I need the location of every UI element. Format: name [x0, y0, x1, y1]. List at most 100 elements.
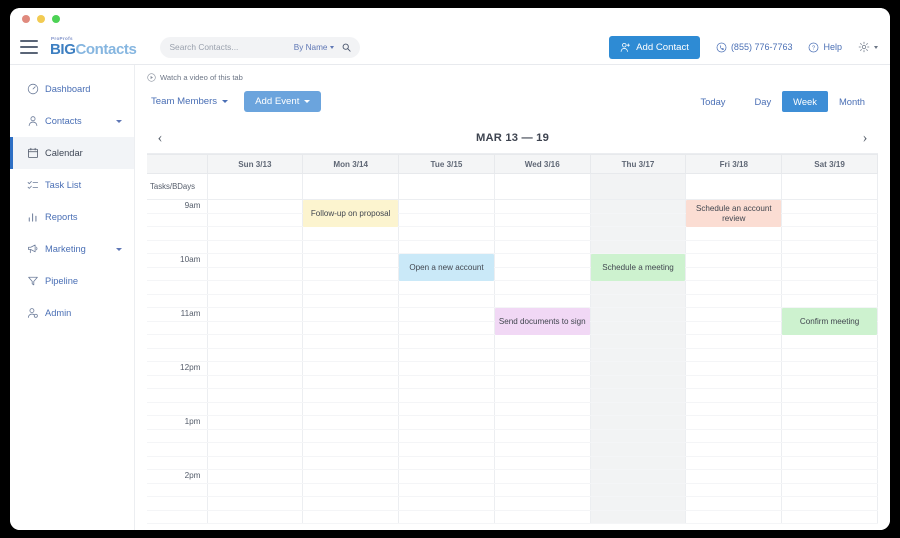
calendar-cell[interactable]: [399, 497, 495, 511]
calendar-cell[interactable]: [686, 335, 782, 349]
calendar-cell[interactable]: [782, 375, 878, 389]
calendar-cell[interactable]: [686, 402, 782, 416]
calendar-event[interactable]: Send documents to sign: [495, 308, 590, 335]
calendar-cell[interactable]: [303, 416, 399, 430]
calendar-event[interactable]: Follow-up on proposal: [303, 200, 398, 227]
calendar-cell[interactable]: [303, 483, 399, 497]
calendar-cell[interactable]: [207, 402, 303, 416]
calendar-cell[interactable]: [782, 389, 878, 403]
calendar-cell[interactable]: [207, 267, 303, 281]
calendar-cell[interactable]: [782, 227, 878, 241]
calendar-cell[interactable]: [399, 402, 495, 416]
day-header-sat[interactable]: Sat 3/19: [782, 155, 878, 174]
calendar-cell[interactable]: [207, 254, 303, 268]
calendar-cell[interactable]: [590, 200, 686, 214]
calendar-cell[interactable]: [494, 213, 590, 227]
calendar-cell[interactable]: [590, 402, 686, 416]
calendar-cell[interactable]: [207, 483, 303, 497]
calendar-cell[interactable]: [686, 308, 782, 322]
calendar-cell[interactable]: [303, 389, 399, 403]
sidebar-item-reports[interactable]: Reports: [10, 201, 134, 233]
calendar-cell[interactable]: [207, 443, 303, 457]
calendar-cell[interactable]: [207, 308, 303, 322]
calendar-cell[interactable]: [494, 429, 590, 443]
calendar-cell[interactable]: [207, 294, 303, 308]
calendar-cell[interactable]: [782, 497, 878, 511]
calendar-cell[interactable]: [207, 200, 303, 214]
calendar-cell[interactable]: [303, 362, 399, 376]
calendar-cell[interactable]: Schedule an account review: [686, 200, 782, 214]
tasks-cell[interactable]: [303, 174, 399, 200]
sidebar-item-admin[interactable]: Admin: [10, 297, 134, 329]
gear-icon[interactable]: [858, 41, 870, 53]
calendar-event[interactable]: Schedule an account review: [686, 200, 781, 227]
calendar-cell[interactable]: [207, 416, 303, 430]
calendar-cell[interactable]: [207, 335, 303, 349]
sidebar-item-contacts[interactable]: Contacts: [10, 105, 134, 137]
calendar-cell[interactable]: [782, 429, 878, 443]
calendar-cell[interactable]: Open a new account: [399, 254, 495, 268]
calendar-cell[interactable]: [207, 348, 303, 362]
calendar-cell[interactable]: [686, 416, 782, 430]
calendar-cell[interactable]: [207, 456, 303, 470]
calendar-cell[interactable]: [207, 213, 303, 227]
calendar-event[interactable]: Confirm meeting: [782, 308, 877, 335]
window-maximize-button[interactable]: [52, 15, 60, 23]
calendar-cell[interactable]: [590, 294, 686, 308]
calendar-cell[interactable]: [399, 456, 495, 470]
calendar-cell[interactable]: [686, 456, 782, 470]
tasks-cell[interactable]: [686, 174, 782, 200]
calendar-cell[interactable]: [686, 497, 782, 511]
calendar-cell[interactable]: [494, 348, 590, 362]
calendar-cell[interactable]: [686, 348, 782, 362]
add-contact-button[interactable]: Add Contact: [609, 36, 700, 59]
calendar-cell[interactable]: [303, 470, 399, 484]
search-bar[interactable]: Search Contacts... By Name: [160, 37, 360, 58]
calendar-cell[interactable]: [399, 240, 495, 254]
calendar-cell[interactable]: [686, 254, 782, 268]
calendar-cell[interactable]: [303, 375, 399, 389]
calendar-cell[interactable]: [303, 254, 399, 268]
calendar-cell[interactable]: [590, 348, 686, 362]
calendar-cell[interactable]: [399, 510, 495, 524]
day-header-tue[interactable]: Tue 3/15: [399, 155, 495, 174]
watch-video-link[interactable]: Watch a video of this tab: [135, 65, 890, 82]
help-link[interactable]: ? Help: [808, 42, 842, 53]
calendar-cell[interactable]: [494, 375, 590, 389]
calendar-cell[interactable]: [590, 416, 686, 430]
calendar-cell[interactable]: [303, 267, 399, 281]
calendar-cell[interactable]: [782, 254, 878, 268]
calendar-cell[interactable]: [590, 213, 686, 227]
calendar-cell[interactable]: [686, 267, 782, 281]
calendar-cell[interactable]: [494, 402, 590, 416]
calendar-cell[interactable]: [494, 240, 590, 254]
calendar-cell[interactable]: [207, 375, 303, 389]
calendar-cell[interactable]: [207, 429, 303, 443]
calendar-cell[interactable]: [494, 281, 590, 295]
phone-link[interactable]: (855) 776-7763: [716, 42, 793, 53]
calendar-cell[interactable]: [207, 510, 303, 524]
calendar-cell[interactable]: [399, 281, 495, 295]
calendar-cell[interactable]: [782, 348, 878, 362]
calendar-cell[interactable]: [590, 281, 686, 295]
hamburger-menu-icon[interactable]: [20, 40, 38, 54]
calendar-cell[interactable]: [782, 443, 878, 457]
calendar-cell[interactable]: [207, 227, 303, 241]
calendar-cell[interactable]: [494, 227, 590, 241]
calendar-cell[interactable]: [686, 470, 782, 484]
calendar-cell[interactable]: [303, 308, 399, 322]
calendar-cell[interactable]: [590, 389, 686, 403]
tasks-cell[interactable]: [590, 174, 686, 200]
calendar-cell[interactable]: [494, 483, 590, 497]
calendar-cell[interactable]: Follow-up on proposal: [303, 200, 399, 214]
calendar-cell[interactable]: [686, 294, 782, 308]
tasks-cell[interactable]: [494, 174, 590, 200]
calendar-cell[interactable]: [782, 240, 878, 254]
calendar-cell[interactable]: [686, 510, 782, 524]
tasks-cell[interactable]: [782, 174, 878, 200]
calendar-cell[interactable]: [494, 443, 590, 457]
calendar-cell[interactable]: [590, 429, 686, 443]
calendar-cell[interactable]: [590, 240, 686, 254]
calendar-cell[interactable]: [494, 497, 590, 511]
calendar-cell[interactable]: [686, 281, 782, 295]
